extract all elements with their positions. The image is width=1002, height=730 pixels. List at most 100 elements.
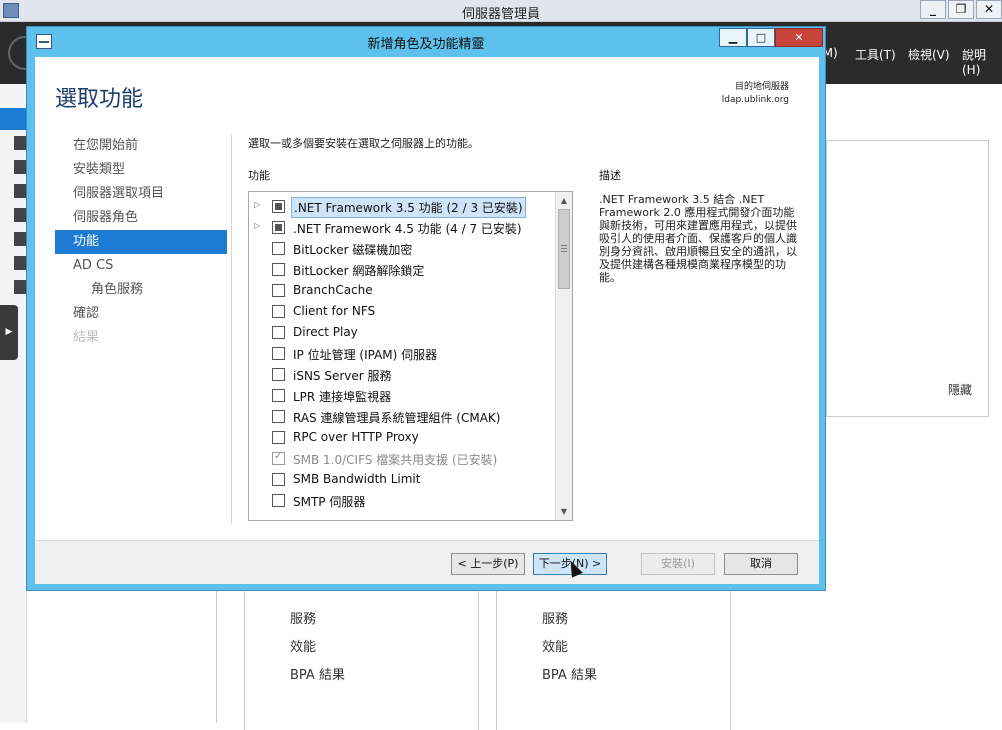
destination-label: 目的地伺服器 <box>734 82 789 92</box>
feature-checkbox[interactable] <box>272 347 285 360</box>
step-server-roles[interactable]: 伺服器角色 <box>55 206 227 230</box>
feature-label: BitLocker 網路解除鎖定 <box>293 264 425 278</box>
features-scrollbar[interactable]: ▲ ▼ <box>555 192 572 520</box>
feature-label: SMB 1.0/CIFS 檔案共用支援 (已安裝) <box>293 453 498 467</box>
wizard-title: 新增角色及功能精靈 <box>367 37 485 52</box>
feature-row[interactable]: SMB Bandwidth Limit <box>249 469 555 490</box>
step-before-you-begin[interactable]: 在您開始前 <box>55 134 227 158</box>
nav-item-dashboard[interactable] <box>0 108 27 130</box>
feature-checkbox[interactable] <box>272 242 285 255</box>
wizard-titlebar[interactable]: 新增角色及功能精靈 ▁ □ ✕ <box>27 27 825 57</box>
feature-label: RPC over HTTP Proxy <box>293 430 419 444</box>
instruction-text: 選取一或多個要安裝在選取之伺服器上的功能。 <box>248 137 479 150</box>
feature-label: .NET Framework 3.5 功能 (2 / 3 已安裝) <box>291 197 526 218</box>
feature-row[interactable]: BranchCache <box>249 280 555 301</box>
feature-row[interactable]: BitLocker 網路解除鎖定 <box>249 259 555 280</box>
step-server-selection[interactable]: 伺服器選取項目 <box>55 182 227 206</box>
feature-row[interactable]: RAS 連線管理員系統管理組件 (CMAK) <box>249 406 555 427</box>
role-tile: 服務 效能 BPA 結果 <box>244 590 479 730</box>
feature-row[interactable]: Direct Play <box>249 322 555 343</box>
feature-label: .NET Framework 4.5 功能 (4 / 7 已安裝) <box>293 222 522 236</box>
wizard-maximize-button[interactable]: □ <box>747 28 775 47</box>
feature-row[interactable]: RPC over HTTP Proxy <box>249 427 555 448</box>
close-button[interactable]: ✕ <box>976 0 1002 19</box>
destination-server: 目的地伺服器 ldap.ublink.org <box>722 81 789 107</box>
menu-view[interactable]: 檢視(V) <box>908 46 950 63</box>
wizard-close-button[interactable]: ✕ <box>775 28 823 47</box>
step-ad-cs[interactable]: AD CS <box>55 254 227 278</box>
feature-checkbox[interactable] <box>272 368 285 381</box>
wizard-minimize-button[interactable]: ▁ <box>719 28 747 47</box>
expand-arrow-icon[interactable]: ▷ <box>254 221 260 230</box>
feature-checkbox[interactable] <box>272 200 285 213</box>
feature-row[interactable]: SMTP 伺服器 <box>249 490 555 511</box>
feature-label: SMB Bandwidth Limit <box>293 472 421 486</box>
server-manager-left-nav <box>0 84 27 723</box>
step-installation-type[interactable]: 安裝類型 <box>55 158 227 182</box>
server-manager-title: 伺服器管理員 <box>461 7 540 22</box>
feature-row[interactable]: SMB 1.0/CIFS 檔案共用支援 (已安裝) <box>249 448 555 469</box>
expand-arrow-icon[interactable]: ▷ <box>254 200 260 209</box>
tile-item-bpa[interactable]: BPA 結果 <box>290 664 345 683</box>
step-role-services[interactable]: 角色服務 <box>55 278 227 302</box>
file-storage-icon[interactable] <box>14 256 26 270</box>
feature-checkbox <box>272 451 285 465</box>
iis-icon[interactable] <box>14 280 26 294</box>
feature-checkbox[interactable] <box>272 389 285 402</box>
tile-item-bpa[interactable]: BPA 結果 <box>542 664 597 683</box>
expand-nav-icon[interactable]: ▶ <box>0 305 18 360</box>
ad-cs-icon[interactable] <box>14 184 26 198</box>
dns-icon[interactable] <box>14 232 26 246</box>
feature-checkbox[interactable] <box>272 284 285 297</box>
role-tile: 服務 效能 BPA 結果 <box>496 590 731 730</box>
menu-help[interactable]: 說明(H) <box>962 46 1002 77</box>
feature-checkbox[interactable] <box>272 410 285 423</box>
step-features[interactable]: 功能 <box>55 230 227 254</box>
wizard-steps: 在您開始前 安裝類型 伺服器選取項目 伺服器角色 功能 AD CS 角色服務 確… <box>55 134 227 350</box>
feature-label: RAS 連線管理員系統管理組件 (CMAK) <box>293 411 501 425</box>
features-tree[interactable]: ▲ ▼ ▷ .NET Framework 3.5 功能 (2 / 3 已安裝) ▷.… <box>248 191 573 521</box>
tile-item-services[interactable]: 服務 <box>542 608 568 627</box>
feature-row[interactable]: iSNS Server 服務 <box>249 364 555 385</box>
feature-checkbox[interactable] <box>272 431 285 444</box>
previous-button[interactable]: < 上一步(P) <box>451 553 525 575</box>
feature-checkbox[interactable] <box>272 305 285 318</box>
hide-link[interactable]: 隱藏 <box>948 381 972 398</box>
feature-label: SMTP 伺服器 <box>293 495 366 509</box>
destination-server-name: ldap.ublink.org <box>721 95 789 105</box>
wizard-footer: < 上一步(P) 下一步(N) > 安裝(I) 取消 <box>35 540 819 584</box>
feature-label: iSNS Server 服務 <box>293 369 392 383</box>
all-servers-icon[interactable] <box>14 160 26 174</box>
tile-separator <box>216 590 244 723</box>
feature-row[interactable]: BitLocker 磁碟機加密 <box>249 238 555 259</box>
install-button: 安裝(I) <box>641 553 715 575</box>
feature-row[interactable]: ▷ .NET Framework 3.5 功能 (2 / 3 已安裝) <box>249 196 555 218</box>
wizard-body: 選取功能 目的地伺服器 ldap.ublink.org 在您開始前 安裝類型 伺… <box>35 57 819 584</box>
feature-checkbox[interactable] <box>272 326 285 339</box>
feature-checkbox[interactable] <box>272 263 285 276</box>
feature-row[interactable]: LPR 連接埠監視器 <box>249 385 555 406</box>
tile-item-services[interactable]: 服務 <box>290 608 316 627</box>
tile-item-performance[interactable]: 效能 <box>290 636 316 655</box>
feature-label: Client for NFS <box>293 304 376 318</box>
restore-button[interactable]: ❐ <box>948 0 974 19</box>
features-header: 功能 <box>248 169 270 182</box>
scroll-up-icon[interactable]: ▲ <box>556 192 572 209</box>
scroll-down-icon[interactable]: ▼ <box>556 503 572 520</box>
cancel-button[interactable]: 取消 <box>724 553 798 575</box>
tile-item-performance[interactable]: 效能 <box>542 636 568 655</box>
minimize-button[interactable]: _ <box>920 0 946 19</box>
scroll-thumb[interactable] <box>558 209 570 289</box>
feature-checkbox[interactable] <box>272 494 285 507</box>
feature-label: BranchCache <box>293 283 373 297</box>
feature-row[interactable]: ▷ .NET Framework 4.5 功能 (4 / 7 已安裝) <box>249 217 555 238</box>
add-roles-features-wizard: 新增角色及功能精靈 ▁ □ ✕ 選取功能 目的地伺服器 ldap.ublink.… <box>26 26 826 591</box>
feature-row[interactable]: Client for NFS <box>249 301 555 322</box>
step-confirmation[interactable]: 確認 <box>55 302 227 326</box>
ad-ds-icon[interactable] <box>14 208 26 222</box>
local-server-icon[interactable] <box>14 136 26 150</box>
menu-tools[interactable]: 工具(T) <box>855 46 896 63</box>
feature-checkbox[interactable] <box>272 473 285 486</box>
feature-row[interactable]: IP 位址管理 (IPAM) 伺服器 <box>249 343 555 364</box>
feature-checkbox[interactable] <box>272 221 285 234</box>
